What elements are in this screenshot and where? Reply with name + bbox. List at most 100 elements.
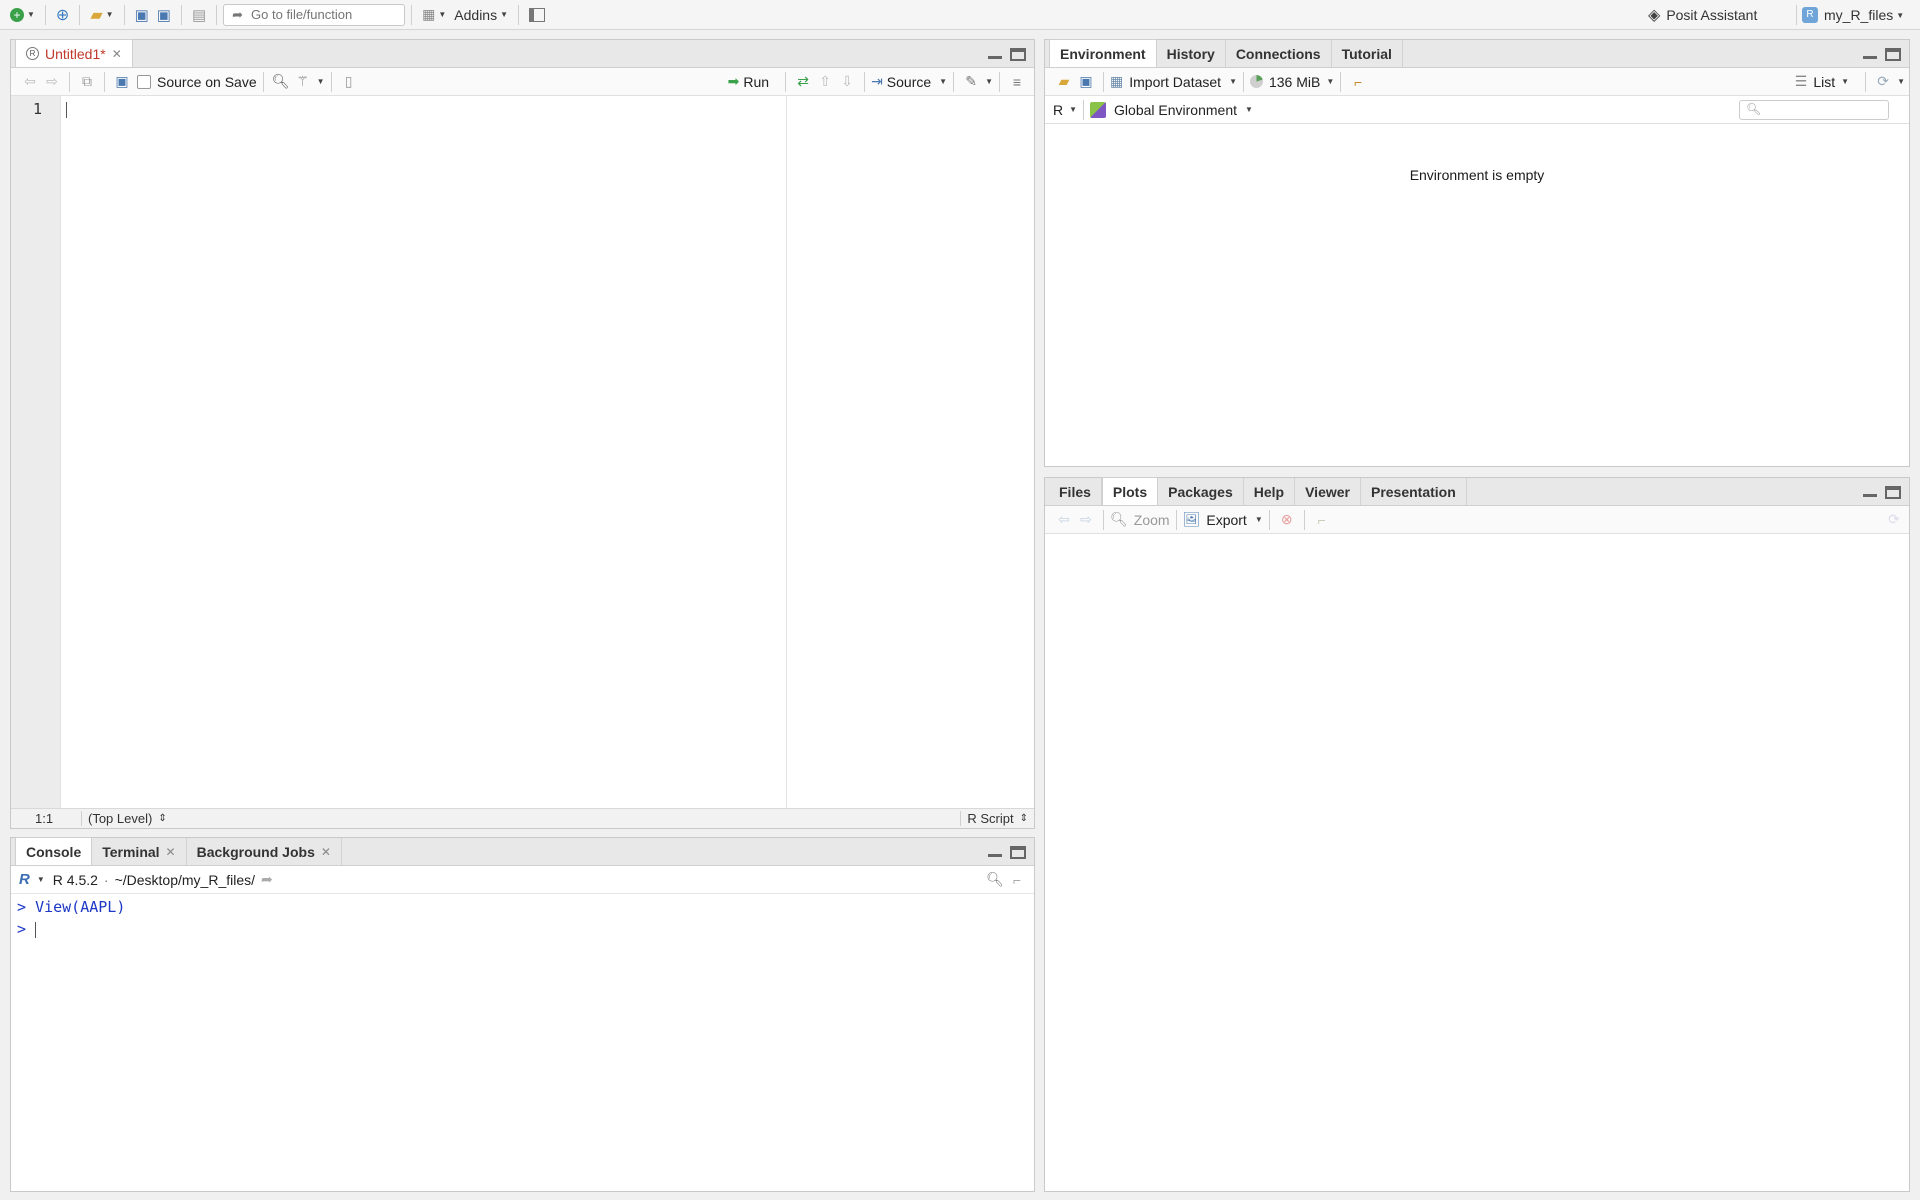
tab-label: Files — [1059, 483, 1091, 500]
rerun-icon[interactable]: ⇄ — [792, 71, 814, 93]
tab-viewer[interactable]: Viewer — [1295, 478, 1361, 505]
goto-file-function-input[interactable]: ➦ — [223, 3, 406, 26]
tab-console[interactable]: Console — [15, 837, 93, 865]
view-mode-button[interactable]: ☰ List ▼ — [1795, 73, 1849, 90]
project-menu[interactable]: R my_R_files ▼ — [1798, 3, 1908, 27]
console-cursor — [35, 921, 37, 938]
next-plot-icon[interactable]: ⇨ — [1075, 509, 1097, 531]
environment-search[interactable]: 🔍︎ — [1739, 100, 1889, 120]
magic-wand-icon[interactable]: ⚚ — [292, 71, 314, 93]
go-up-icon[interactable]: ⇧ — [814, 71, 836, 93]
print-button[interactable]: ▤ — [188, 3, 210, 27]
r-file-icon: R — [26, 47, 39, 60]
tab-plots[interactable]: Plots — [1101, 477, 1159, 505]
run-button[interactable]: ➡ Run — [728, 73, 769, 90]
scope-selector[interactable]: (Top Level) ⇕ — [81, 811, 167, 826]
outline-icon[interactable]: ≡ — [1006, 71, 1028, 93]
tab-untitled1[interactable]: R Untitled1* ✕ — [15, 39, 133, 67]
environment-scope-selector[interactable]: Global Environment ▼ — [1090, 101, 1253, 118]
refresh-icon[interactable]: ⟳ — [1872, 71, 1894, 93]
tab-packages[interactable]: Packages — [1158, 478, 1244, 505]
save-button[interactable]: ▣ — [131, 3, 153, 27]
tab-files[interactable]: Files — [1049, 478, 1102, 505]
open-file-button[interactable]: ▰ ▼ — [86, 3, 117, 27]
tab-background-jobs[interactable]: Background Jobs ✕ — [187, 838, 342, 865]
close-icon[interactable]: ✕ — [112, 47, 122, 61]
search-icon[interactable]: 🔍︎ — [984, 869, 1006, 891]
forward-icon[interactable]: ⇨ — [41, 71, 63, 93]
tab-terminal[interactable]: Terminal ✕ — [92, 838, 187, 865]
code-tools-icon[interactable]: ✎ — [960, 71, 982, 93]
show-in-window-icon[interactable]: ⧉ — [76, 71, 98, 93]
toolbar-divider — [104, 71, 105, 92]
console-prompt: > — [17, 898, 27, 916]
code-editor[interactable] — [62, 96, 1034, 808]
new-project-button[interactable]: ⊕ — [52, 3, 73, 27]
broom-icon[interactable]: ⌐ — [1347, 71, 1369, 93]
tab-presentation[interactable]: Presentation — [1361, 478, 1467, 505]
tab-environment[interactable]: Environment — [1049, 39, 1157, 67]
r-logo-icon[interactable]: R — [19, 871, 30, 888]
broom-icon[interactable]: ⌐ — [1311, 509, 1333, 531]
environment-search-input[interactable] — [1740, 101, 1888, 119]
posit-assistant-button[interactable]: ◈ Posit Assistant — [1644, 3, 1761, 27]
workspace-panes-button[interactable]: ▦ ▼ — [418, 3, 450, 27]
tab-tutorial[interactable]: Tutorial — [1332, 40, 1403, 67]
dot-separator: · — [103, 871, 109, 888]
new-file-button[interactable]: + ▼ — [6, 3, 39, 27]
language-selector[interactable]: R ▼ — [1053, 102, 1077, 118]
goto-dir-icon[interactable]: ➦ — [261, 871, 273, 888]
checkbox-box[interactable] — [137, 74, 151, 89]
chevron-down-icon: ▼ — [1897, 77, 1905, 86]
save-all-button[interactable]: ▣ — [153, 3, 175, 27]
source-tabstrip: R Untitled1* ✕ — [11, 39, 1034, 68]
addins-menu[interactable]: Addins ▼ — [450, 3, 512, 27]
minimize-icon[interactable] — [1863, 494, 1877, 497]
chevron-down-icon: ▼ — [985, 77, 993, 86]
broom-icon[interactable]: ⌐ — [1006, 869, 1028, 891]
tab-connections[interactable]: Connections — [1226, 40, 1332, 67]
close-icon[interactable]: ✕ — [166, 845, 176, 859]
source-button[interactable]: ⇥ Source ▼ — [871, 73, 947, 90]
previous-plot-icon[interactable]: ⇦ — [1053, 509, 1075, 531]
save-icon[interactable]: ▣ — [111, 71, 133, 93]
maximize-icon[interactable] — [1010, 48, 1026, 61]
file-type-selector[interactable]: R Script ⇕ — [960, 811, 1034, 826]
minimize-icon[interactable] — [1863, 56, 1877, 59]
go-down-icon[interactable]: ⇩ — [836, 71, 858, 93]
source-on-save-checkbox[interactable]: Source on Save — [137, 74, 257, 90]
memory-usage-button[interactable]: 136 MiB ▼ — [1249, 74, 1334, 90]
zoom-icon: 🔍︎ — [1110, 511, 1128, 527]
back-icon[interactable]: ⇦ — [19, 71, 41, 93]
toolbar-divider — [785, 71, 787, 92]
tab-label: Tutorial — [1341, 45, 1392, 62]
minimize-icon[interactable] — [988, 56, 1002, 59]
remove-plot-icon[interactable]: ⊗ — [1276, 509, 1298, 531]
notebook-icon[interactable]: ▯ — [338, 71, 360, 93]
run-label: Run — [743, 73, 770, 90]
environment-content: Environment is empty — [1045, 125, 1909, 466]
import-dataset-button[interactable]: ▦ Import Dataset ▼ — [1110, 73, 1237, 90]
source-pane: R Untitled1* ✕ ⇦ ⇨ ⧉ ▣ Source on Save 🔍︎… — [10, 39, 1035, 829]
load-workspace-icon[interactable]: ▰ — [1053, 71, 1075, 93]
tab-history[interactable]: History — [1157, 40, 1226, 67]
minimize-icon[interactable] — [988, 854, 1002, 857]
maximize-icon[interactable] — [1010, 846, 1026, 859]
tab-help[interactable]: Help — [1244, 478, 1296, 505]
close-icon[interactable]: ✕ — [321, 845, 331, 859]
working-directory: ~/Desktop/my_R_files/ — [114, 871, 256, 888]
zoom-button[interactable]: 🔍︎ Zoom — [1110, 511, 1170, 528]
maximize-icon[interactable] — [1885, 48, 1901, 61]
sidebar-toggle-button[interactable] — [525, 3, 549, 27]
refresh-icon[interactable]: ⟳ — [1883, 509, 1905, 531]
goto-input-field[interactable] — [251, 7, 392, 22]
environment-icon — [1090, 101, 1107, 118]
search-icon[interactable]: 🔍︎ — [270, 71, 292, 93]
chevron-down-icon: ▼ — [1229, 77, 1237, 86]
toolbar-divider — [1103, 71, 1104, 92]
export-button[interactable]: 🖼︎ Export ▼ — [1183, 511, 1263, 528]
folder-open-icon: ▰ — [90, 6, 103, 24]
maximize-icon[interactable] — [1885, 486, 1901, 499]
save-workspace-icon[interactable]: ▣ — [1075, 71, 1097, 93]
console-output[interactable]: > View(AAPL) > — [11, 894, 1034, 1191]
